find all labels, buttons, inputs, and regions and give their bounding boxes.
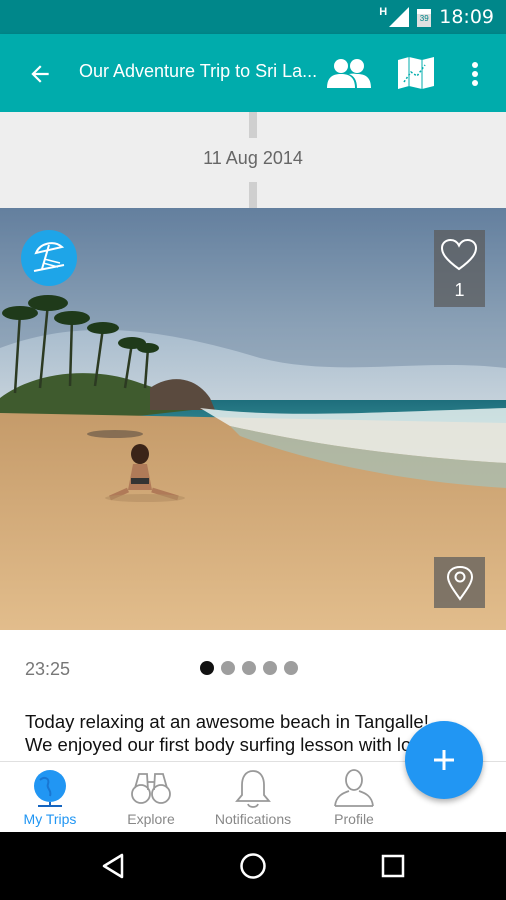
beach-photo-image [0,208,506,630]
photo-page-dot[interactable] [263,661,277,675]
triangle-back-icon [102,853,124,879]
people-icon [327,59,371,88]
add-entry-button[interactable] [405,721,483,799]
companions-button[interactable] [324,52,374,94]
system-back-button[interactable] [93,846,133,886]
timeline-line-top [249,112,257,138]
photo-page-dot[interactable] [200,661,214,675]
calendar-day: 39 [419,14,429,23]
nav-item-notifications[interactable]: Notifications [203,762,303,833]
photo-page-indicator[interactable] [200,661,298,675]
nav-item-explore[interactable]: Explore [101,762,201,833]
system-navigation-bar [0,832,506,900]
entry-photo[interactable]: 1 [0,208,506,630]
bell-icon [235,770,271,808]
caption-line-1: Today relaxing at an awesome beach in Ta… [25,711,429,732]
system-home-button[interactable] [233,846,273,886]
nav-label-notifications: Notifications [214,811,292,827]
timeline-line-bottom [249,182,257,208]
photo-page-dot[interactable] [284,661,298,675]
location-pin-icon [446,565,473,601]
nav-label-my-trips: My Trips [23,811,77,827]
more-vert-icon [472,62,478,86]
nav-item-my-trips[interactable]: My Trips [0,762,100,833]
nav-label-explore: Explore [127,811,175,827]
more-options-button[interactable] [460,54,490,94]
person-icon [334,769,374,807]
arrow-back-icon [31,65,49,83]
map-button[interactable] [394,52,438,94]
app-bar: Our Adventure Trip to Sri La... [0,34,506,112]
location-button[interactable] [434,557,485,608]
nav-label-profile: Profile [334,811,374,827]
binoculars-icon [131,773,171,804]
system-recents-button[interactable] [373,846,413,886]
beach-category-badge [21,230,77,286]
circle-home-icon [240,853,266,879]
signal-icon [389,7,410,27]
square-recents-icon [381,854,405,878]
network-type: H [379,6,388,18]
beach-umbrella-icon [33,242,65,272]
back-button[interactable] [20,54,60,94]
like-count: 1 [454,280,465,300]
like-button[interactable]: 1 [434,230,485,307]
trip-title: Our Adventure Trip to Sri La... [79,61,318,81]
entry-date: 11 Aug 2014 [203,148,303,168]
globe-icon [34,770,66,807]
calendar-icon: 39 [417,7,432,27]
nav-item-profile[interactable]: Profile [304,762,404,833]
status-bar: H 39 18:09 [0,0,506,34]
heart-icon [440,238,478,271]
map-icon [398,57,434,89]
timeline-date-section: 11 Aug 2014 [0,112,506,208]
entry-time: 23:25 [25,659,71,679]
plus-icon [434,750,454,770]
photo-page-dot[interactable] [221,661,235,675]
photo-page-dot[interactable] [242,661,256,675]
status-time: 18:09 [439,6,494,28]
